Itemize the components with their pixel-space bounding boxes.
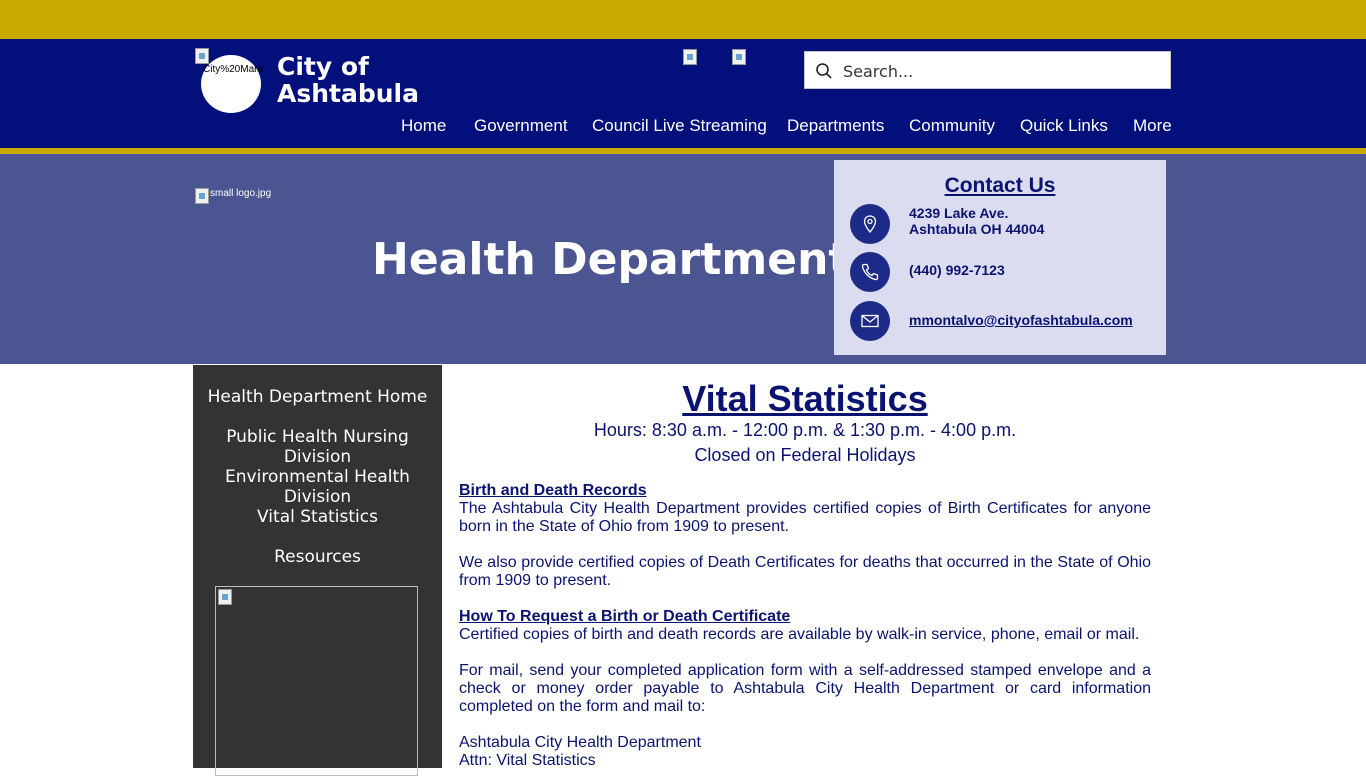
contact-phone[interactable]: (440) 992-7123 [909, 262, 1005, 278]
address-line-2: Ashtabula OH 44004 [909, 221, 1045, 237]
nav-home[interactable]: Home [401, 116, 446, 136]
sidebar-image [215, 586, 418, 776]
contact-email-link[interactable]: mmontalvo@cityofashtabula.com [909, 312, 1133, 328]
email-icon-badge [850, 301, 890, 341]
envelope-icon [861, 314, 879, 328]
contact-card: Contact Us 4239 Lake Ave. Ashtabula OH 4… [834, 160, 1166, 355]
city-title-line1: City of [277, 52, 369, 81]
sidebar: Health Department Home Public Health Nur… [193, 365, 442, 776]
broken-image-icon [195, 48, 209, 64]
death-records-paragraph: We also provide certified copies of Deat… [459, 554, 1151, 589]
search-box[interactable] [804, 51, 1171, 90]
location-pin-icon [863, 215, 877, 234]
birth-death-heading: Birth and Death Records [459, 482, 647, 499]
twitter-icon [732, 49, 746, 65]
sidebar-item-health-department-home[interactable]: Health Department Home [193, 387, 442, 407]
nav-more[interactable]: More [1133, 116, 1172, 136]
sidebar-item-vital-statistics[interactable]: Vital Statistics [193, 507, 442, 527]
nav-quick-links[interactable]: Quick Links [1020, 116, 1108, 136]
city-title[interactable]: City of Ashtabula [277, 53, 419, 107]
phone-icon [861, 263, 879, 281]
main-content: Vital Statistics Hours: 8:30 a.m. - 12:0… [459, 365, 1151, 769]
city-logo-alt: City%20Manager [203, 64, 263, 75]
broken-image-icon [195, 188, 209, 204]
nav-council-live-streaming[interactable]: Council Live Streaming [592, 116, 767, 136]
small-logo: small logo.jpg [195, 188, 271, 204]
contact-title: Contact Us [944, 174, 1056, 197]
page-title: Health Department [372, 234, 850, 285]
mail-paragraph: For mail, send your completed applicatio… [459, 662, 1151, 715]
address-line-1: 4239 Lake Ave. [909, 205, 1009, 221]
section-title: Vital Statistics [682, 378, 928, 419]
nav-departments[interactable]: Departments [787, 116, 884, 136]
holiday-notice: Closed on Federal Holidays [694, 445, 916, 465]
main-nav: Home Government Council Live Streaming D… [0, 116, 1366, 140]
city-title-line2: Ashtabula [277, 79, 419, 108]
nav-government[interactable]: Government [474, 116, 568, 136]
request-paragraph: Certified copies of birth and death reco… [459, 626, 1140, 643]
sidebar-item-resources[interactable]: Resources [193, 547, 442, 567]
nav-community[interactable]: Community [909, 116, 995, 136]
sidebar-item-environmental-health[interactable]: Environmental Health Division [193, 467, 442, 507]
phone-icon-badge [850, 252, 890, 292]
top-gold-bar [0, 0, 1366, 39]
facebook-icon [683, 49, 697, 65]
office-hours: Hours: 8:30 a.m. - 12:00 p.m. & 1:30 p.m… [593, 420, 1017, 440]
contact-address: 4239 Lake Ave. Ashtabula OH 44004 [909, 205, 1044, 237]
location-icon-badge [850, 204, 890, 244]
request-certificate-heading: How To Request a Birth or Death Certific… [459, 608, 791, 625]
sidebar-item-public-health-nursing[interactable]: Public Health Nursing Division [193, 427, 442, 467]
birth-records-paragraph: The Ashtabula City Health Department pro… [459, 500, 1151, 535]
mail-address-line-2: Attn: Vital Statistics [459, 752, 596, 769]
small-logo-alt: small logo.jpg [210, 188, 272, 199]
search-input[interactable] [841, 52, 1165, 90]
mail-address-line-1: Ashtabula City Health Department [459, 734, 701, 751]
facebook-link[interactable] [683, 49, 697, 65]
twitter-link[interactable] [732, 49, 746, 65]
search-icon [816, 63, 832, 79]
broken-image-icon [218, 589, 232, 605]
